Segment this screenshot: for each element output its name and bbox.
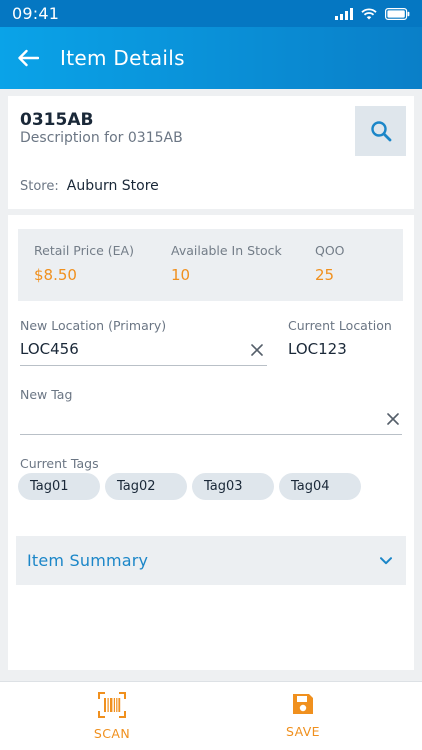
stat-label: Available In Stock xyxy=(171,243,282,258)
new-tag-underline xyxy=(20,434,402,435)
barcode-scan-icon xyxy=(98,692,126,718)
back-button[interactable] xyxy=(16,46,40,70)
item-summary-accordion[interactable]: Item Summary xyxy=(16,536,406,585)
current-tags-list: Tag01 Tag02 Tag03 Tag04 xyxy=(18,473,361,500)
stat-available-stock: Available In Stock 10 xyxy=(171,243,282,284)
tag-chip[interactable]: Tag02 xyxy=(105,473,187,500)
scan-button[interactable]: SCAN xyxy=(72,692,152,741)
search-icon xyxy=(370,121,391,142)
chevron-down-icon xyxy=(380,556,392,564)
item-description: Description for 0315AB xyxy=(20,130,183,146)
status-bar: 09:41 xyxy=(0,0,422,27)
store-value: Auburn Store xyxy=(66,178,159,194)
page-title: Item Details xyxy=(60,46,185,70)
back-arrow-icon xyxy=(18,49,39,67)
item-summary-title: Item Summary xyxy=(27,551,149,570)
item-card: 0315AB Description for 0315AB Store: Aub… xyxy=(8,96,414,209)
signal-icon xyxy=(335,7,353,20)
current-location-value: LOC123 xyxy=(288,340,347,358)
status-time: 09:41 xyxy=(12,4,60,23)
new-location-input[interactable]: LOC456 xyxy=(20,340,79,358)
save-label: SAVE xyxy=(286,724,320,739)
new-location-label: New Location (Primary) xyxy=(20,318,167,333)
stats-panel: Retail Price (EA) $8.50 Available In Sto… xyxy=(18,229,403,301)
save-icon xyxy=(293,694,313,714)
wifi-icon xyxy=(361,7,377,20)
tag-chip[interactable]: Tag01 xyxy=(18,473,100,500)
search-button[interactable] xyxy=(355,106,406,156)
store-row: Store: Auburn Store xyxy=(20,178,159,194)
tag-chip[interactable]: Tag04 xyxy=(279,473,361,500)
current-tags-label: Current Tags xyxy=(20,456,99,471)
battery-icon xyxy=(385,7,410,20)
details-card: Retail Price (EA) $8.50 Available In Sto… xyxy=(8,215,414,670)
stat-value: 10 xyxy=(171,266,191,284)
clear-tag-icon[interactable] xyxy=(385,411,401,427)
stat-qoo: QOO 25 xyxy=(315,243,345,284)
scan-label: SCAN xyxy=(93,726,131,741)
store-label: Store: xyxy=(20,179,59,194)
new-tag-label: New Tag xyxy=(20,387,73,402)
bottom-action-bar: SCAN SAVE xyxy=(0,681,422,750)
item-code: 0315AB xyxy=(20,110,94,130)
stat-retail-price: Retail Price (EA) $8.50 xyxy=(34,243,134,284)
stat-value: $8.50 xyxy=(34,266,77,284)
save-button[interactable]: SAVE xyxy=(263,692,343,739)
stat-label: Retail Price (EA) xyxy=(34,243,134,258)
status-icons xyxy=(335,7,410,20)
new-tag-input[interactable] xyxy=(20,410,370,430)
new-location-underline xyxy=(20,365,267,366)
clear-location-icon[interactable] xyxy=(249,342,265,358)
app-header: Item Details xyxy=(0,27,422,89)
tag-chip[interactable]: Tag03 xyxy=(192,473,274,500)
stat-value: 25 xyxy=(315,266,335,284)
current-location-label: Current Location xyxy=(288,318,392,333)
stat-label: QOO xyxy=(315,243,345,258)
